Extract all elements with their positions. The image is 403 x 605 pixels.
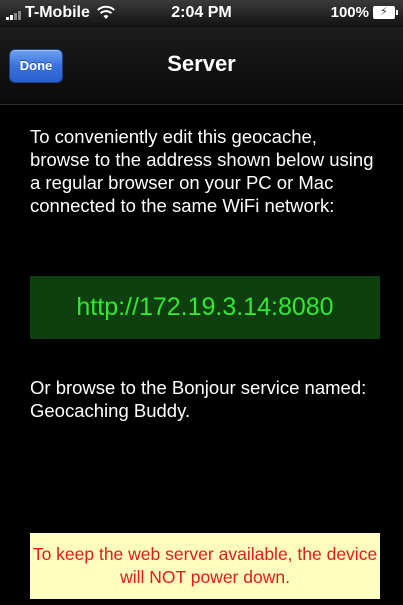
battery-icon: ⚡ xyxy=(373,6,398,19)
power-warning-text: To keep the web server available, the de… xyxy=(32,544,378,587)
navigation-bar: Done Server xyxy=(0,27,403,105)
status-bar: T-Mobile 2:04 PM 100% ⚡ xyxy=(0,0,403,27)
bonjour-text: Or browse to the Bonjour service named: … xyxy=(30,377,367,421)
page-title: Server xyxy=(167,51,236,76)
screen: T-Mobile 2:04 PM 100% ⚡ Done Server To c… xyxy=(0,0,403,605)
server-url[interactable]: http://172.19.3.14:8080 xyxy=(30,276,380,339)
charging-bolt-icon: ⚡ xyxy=(380,6,388,18)
power-warning-banner: To keep the web server available, the de… xyxy=(30,533,380,599)
content-area: To conveniently edit this geocache, brow… xyxy=(0,105,403,605)
status-right: 100% ⚡ xyxy=(330,4,398,21)
instructions-text: To conveniently edit this geocache, brow… xyxy=(30,126,374,216)
battery-percent: 100% xyxy=(330,4,369,21)
